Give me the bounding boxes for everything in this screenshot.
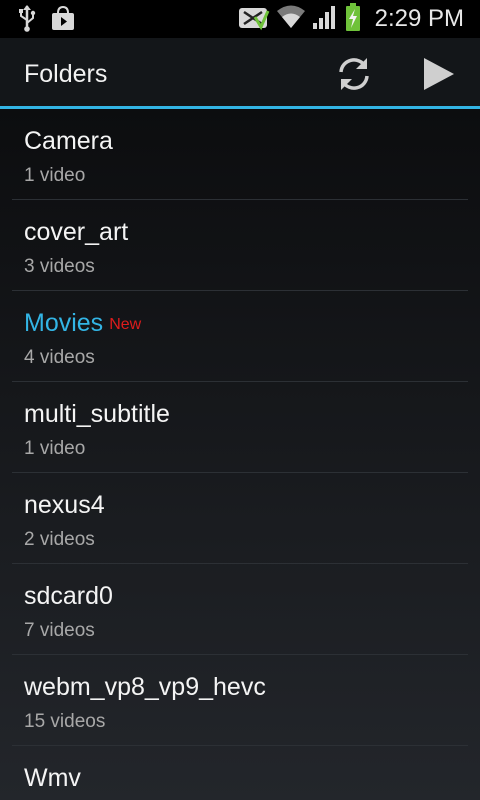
play-button[interactable]	[416, 52, 460, 96]
new-badge: New	[109, 316, 142, 333]
folder-name: sdcard0	[24, 582, 113, 610]
no-sim-icon	[237, 3, 271, 36]
folder-row-movies[interactable]: Movies New 4 videos	[12, 291, 468, 382]
folder-name: nexus4	[24, 491, 105, 519]
shopping-bag-icon	[50, 5, 76, 36]
folder-name: Movies New	[24, 309, 142, 337]
folder-row-sdcard0[interactable]: sdcard0 7 videos	[12, 564, 468, 655]
folder-name: multi_subtitle	[24, 400, 170, 428]
video-count: 1 video	[24, 165, 86, 186]
folder-name: cover_art	[24, 218, 129, 246]
folder-name: webm_vp8_vp9_hevc	[24, 673, 266, 701]
video-count: 7 videos	[24, 620, 95, 641]
folder-row-nexus4[interactable]: nexus4 2 videos	[12, 473, 468, 564]
page-title: Folders	[24, 60, 108, 88]
system-icons: 2:29 PM	[237, 0, 464, 38]
battery-charging-icon	[345, 2, 361, 37]
folder-list: Camera 1 video cover_art 3 videos Movies…	[0, 109, 480, 800]
wifi-icon	[276, 4, 305, 35]
action-bar: Folders	[0, 38, 480, 109]
folder-row-camera[interactable]: Camera 1 video	[12, 109, 468, 200]
screen: 2:29 PM Folders Camera 1 video cover_art	[0, 0, 480, 800]
status-bar: 2:29 PM	[0, 0, 480, 38]
folder-row-cover-art[interactable]: cover_art 3 videos	[12, 200, 468, 291]
signal-icon	[311, 3, 339, 36]
folder-name: Wmv	[24, 764, 81, 792]
usb-icon	[18, 4, 36, 37]
play-icon	[424, 58, 454, 90]
video-count: 4 videos	[24, 347, 95, 368]
folder-name: Camera	[24, 127, 113, 155]
refresh-icon	[339, 58, 369, 90]
video-count: 15 videos	[24, 711, 106, 732]
video-count: 2 videos	[24, 529, 95, 550]
refresh-button[interactable]	[332, 52, 376, 96]
folder-row-wmv[interactable]: Wmv	[12, 746, 468, 800]
notification-icons	[18, 4, 76, 37]
status-time: 2:29 PM	[374, 5, 464, 32]
folder-row-multi-subtitle[interactable]: multi_subtitle 1 video	[12, 382, 468, 473]
video-count: 1 video	[24, 438, 86, 459]
folder-row-webm[interactable]: webm_vp8_vp9_hevc 15 videos	[12, 655, 468, 746]
video-count: 3 videos	[24, 256, 95, 277]
